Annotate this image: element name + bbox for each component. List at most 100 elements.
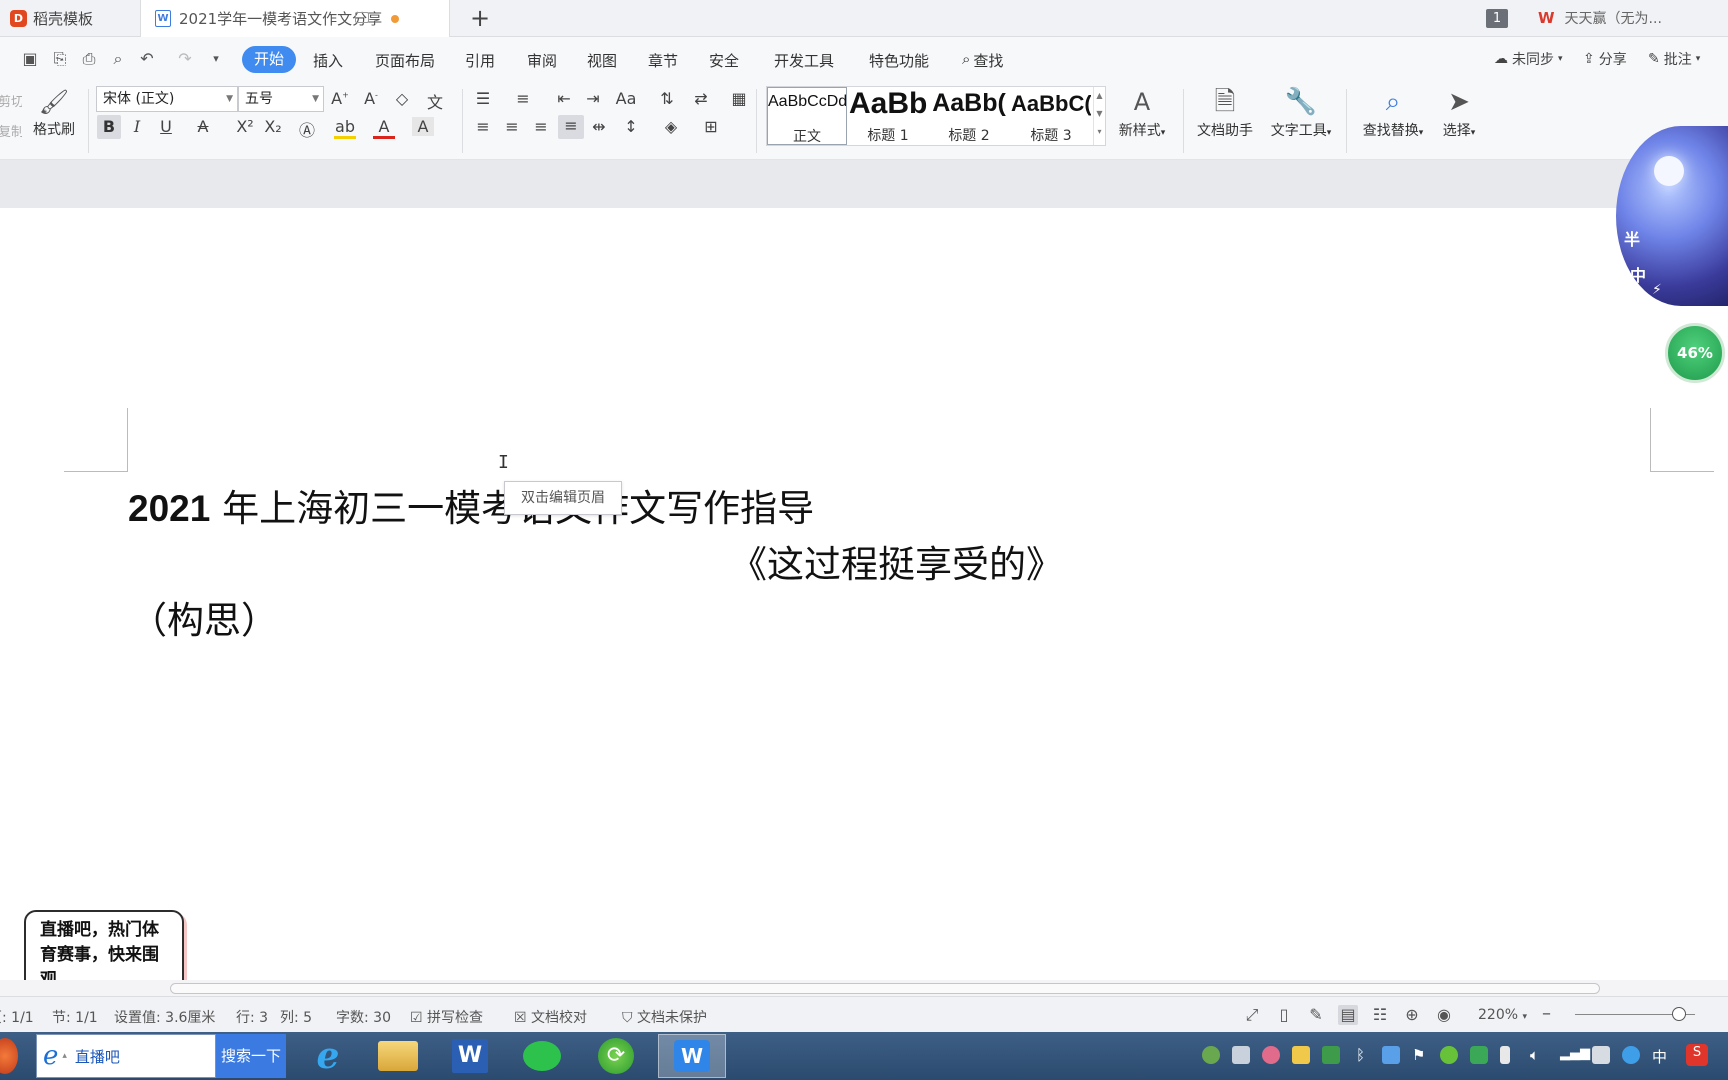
web-view-icon[interactable]: ⊕ xyxy=(1402,1005,1422,1025)
style-heading-1[interactable]: AaBb 标题 1 xyxy=(849,87,927,145)
doc-assistant-button[interactable]: 🗎 文档助手 xyxy=(1192,83,1258,140)
find-replace-button[interactable]: ⌕ 查找替换▾ xyxy=(1356,83,1430,140)
font-size-select[interactable]: 五号 ▼ xyxy=(238,86,324,112)
phonetic-guide-icon[interactable]: 文 xyxy=(424,89,446,113)
document-section-heading[interactable]: （构思） xyxy=(130,590,278,644)
tray-blue-icon[interactable] xyxy=(1622,1046,1640,1064)
internet-explorer-icon[interactable]: e xyxy=(296,1034,360,1078)
justify-button[interactable]: ≡ xyxy=(558,115,584,139)
user-area[interactable]: W 天天赢（无为... xyxy=(1538,8,1662,28)
menu-find[interactable]: ⌕ 查找 xyxy=(962,50,1003,71)
edit-mode-icon[interactable]: ✎ xyxy=(1306,1005,1326,1025)
menu-view[interactable]: 视图 xyxy=(587,50,617,71)
style-heading-3[interactable]: AaBbC( 标题 3 xyxy=(1011,87,1091,145)
text-effect-icon[interactable]: Ⓐ xyxy=(296,117,318,141)
highlight-color-icon[interactable]: ab xyxy=(334,117,356,139)
print-preview-icon[interactable]: ⌕ xyxy=(108,49,128,69)
styles-scroll[interactable]: ▲ ▼ ▾ xyxy=(1093,87,1105,145)
volume-icon[interactable]: 🔈︎ xyxy=(1530,1046,1539,1064)
font-color-icon[interactable]: A xyxy=(373,117,395,139)
change-case-icon[interactable]: Aa xyxy=(615,89,637,108)
undo-icon[interactable]: ↶ xyxy=(137,49,157,69)
customize-quick-access-icon[interactable]: ▾ xyxy=(206,49,226,69)
shading-icon[interactable]: ◈ xyxy=(660,117,682,136)
text-direction-icon[interactable]: ⇄ xyxy=(690,89,712,108)
bluetooth-icon[interactable]: ᛒ xyxy=(1356,1046,1365,1064)
cut-button[interactable]: 剪切 xyxy=(0,91,22,110)
new-tab-plus-icon[interactable]: + xyxy=(470,4,490,32)
zoom-level[interactable]: 220% ▾ xyxy=(1478,1007,1527,1023)
subscript-button[interactable]: X₂ xyxy=(262,117,284,136)
tray-window-icon[interactable] xyxy=(1592,1046,1610,1064)
menu-insert[interactable]: 插入 xyxy=(313,50,343,71)
align-right-icon[interactable]: ≡ xyxy=(530,117,552,136)
tab-document[interactable]: W 2021学年一模考语文作文分享 xyxy=(140,0,450,37)
align-center-icon[interactable]: ≡ xyxy=(501,117,523,136)
page-view-icon[interactable]: ▤ xyxy=(1338,1005,1358,1025)
borders-icon[interactable]: ⊞ xyxy=(700,117,722,136)
green-update-icon[interactable]: ⟳ xyxy=(584,1034,648,1078)
menu-developer[interactable]: 开发工具 xyxy=(774,50,834,71)
eye-protect-icon[interactable]: ◉ xyxy=(1434,1005,1454,1025)
ime-indicator[interactable]: 中 xyxy=(1652,1046,1667,1067)
clear-format-icon[interactable]: ◇ xyxy=(391,89,413,108)
wechat-icon[interactable] xyxy=(510,1034,574,1078)
numbered-list-icon[interactable]: ≡ xyxy=(512,89,534,108)
share-button[interactable]: ⇪ 分享 xyxy=(1583,49,1627,69)
wps-writer-taskbar-icon[interactable]: W xyxy=(658,1034,726,1078)
horizontal-scrollbar[interactable] xyxy=(0,980,1728,996)
doc-protect-button[interactable]: ⛉ 文档未保护 xyxy=(622,1007,707,1027)
action-center-flag-icon[interactable]: ⚑ xyxy=(1412,1046,1425,1064)
file-explorer-icon[interactable] xyxy=(366,1034,430,1078)
bold-button[interactable]: B xyxy=(97,115,121,139)
outline-view-icon[interactable]: ☷ xyxy=(1370,1005,1390,1025)
memory-usage-badge[interactable]: 46% xyxy=(1665,323,1725,383)
tray-box-icon[interactable] xyxy=(1292,1046,1310,1064)
underline-button[interactable]: U xyxy=(155,117,177,136)
char-shading-icon[interactable]: A xyxy=(412,117,434,136)
taskbar-search-button[interactable]: 搜索一下 xyxy=(216,1034,286,1078)
decrease-indent-icon[interactable]: ⇤ xyxy=(553,89,575,108)
word-app-icon[interactable]: W xyxy=(438,1034,502,1078)
monitor-icon[interactable] xyxy=(355,12,369,23)
tray-360-icon[interactable] xyxy=(1440,1046,1458,1064)
style-normal[interactable]: AaBbCcDd 正文 xyxy=(767,87,847,145)
tab-daoke-templates[interactable]: D 稻壳模板 xyxy=(0,0,140,37)
increase-indent-icon[interactable]: ⇥ xyxy=(582,89,604,108)
document-subtitle[interactable]: 《这过程挺享受的》 xyxy=(730,534,1063,588)
status-page[interactable]: 页: 1/1 xyxy=(0,1007,34,1027)
shrink-font-icon[interactable]: A- xyxy=(360,89,382,108)
strikethrough-button[interactable]: A xyxy=(192,117,214,136)
menu-chapter[interactable]: 章节 xyxy=(648,50,678,71)
sync-status[interactable]: ☁ 未同步 ▾ xyxy=(1494,49,1563,69)
window-count-badge[interactable]: 1 xyxy=(1486,9,1508,28)
scrollbar-thumb[interactable] xyxy=(170,983,1600,994)
security-shield-icon[interactable] xyxy=(1470,1046,1488,1064)
document-title[interactable]: 2021 年上海初三一模考语文作文写作指导 xyxy=(128,478,814,532)
menu-home[interactable]: 开始 xyxy=(242,46,296,73)
zoom-out-icon[interactable]: – xyxy=(1542,1003,1551,1024)
new-style-button[interactable]: A 新样式▾ xyxy=(1110,83,1174,140)
style-heading-2[interactable]: AaBb( 标题 2 xyxy=(929,87,1009,145)
tray-network-tool-icon[interactable] xyxy=(1382,1046,1400,1064)
menu-special-features[interactable]: 特色功能 xyxy=(869,50,929,71)
battery-icon[interactable] xyxy=(1500,1046,1510,1064)
copy-button[interactable]: 复制 xyxy=(0,121,22,140)
taskbar-search-input[interactable]: e ▴ 直播吧 xyxy=(36,1034,216,1078)
tray-app-icon[interactable] xyxy=(1202,1046,1220,1064)
status-setting[interactable]: 设置值: 3.6厘米 xyxy=(114,1007,215,1027)
line-spacing-icon[interactable]: ↕ xyxy=(620,117,642,136)
signal-icon[interactable]: ▂▄▆ xyxy=(1560,1046,1590,1061)
select-button[interactable]: ➤ 选择▾ xyxy=(1434,83,1484,140)
print-icon[interactable]: ⎙ xyxy=(79,49,99,69)
fullscreen-icon[interactable]: ⤢ xyxy=(1242,1005,1262,1025)
bullet-list-icon[interactable]: ☰ xyxy=(472,89,494,108)
font-name-select[interactable]: 宋体 (正文) ▼ xyxy=(96,86,238,112)
superscript-button[interactable]: X² xyxy=(234,117,256,136)
tray-tools-icon[interactable] xyxy=(1232,1046,1250,1064)
menu-references[interactable]: 引用 xyxy=(465,50,495,71)
menu-review[interactable]: 审阅 xyxy=(527,50,557,71)
save-icon[interactable]: ▣ xyxy=(20,49,40,69)
sort-icon[interactable]: ⇅ xyxy=(656,89,678,108)
tray-nvidia-icon[interactable] xyxy=(1322,1046,1340,1064)
